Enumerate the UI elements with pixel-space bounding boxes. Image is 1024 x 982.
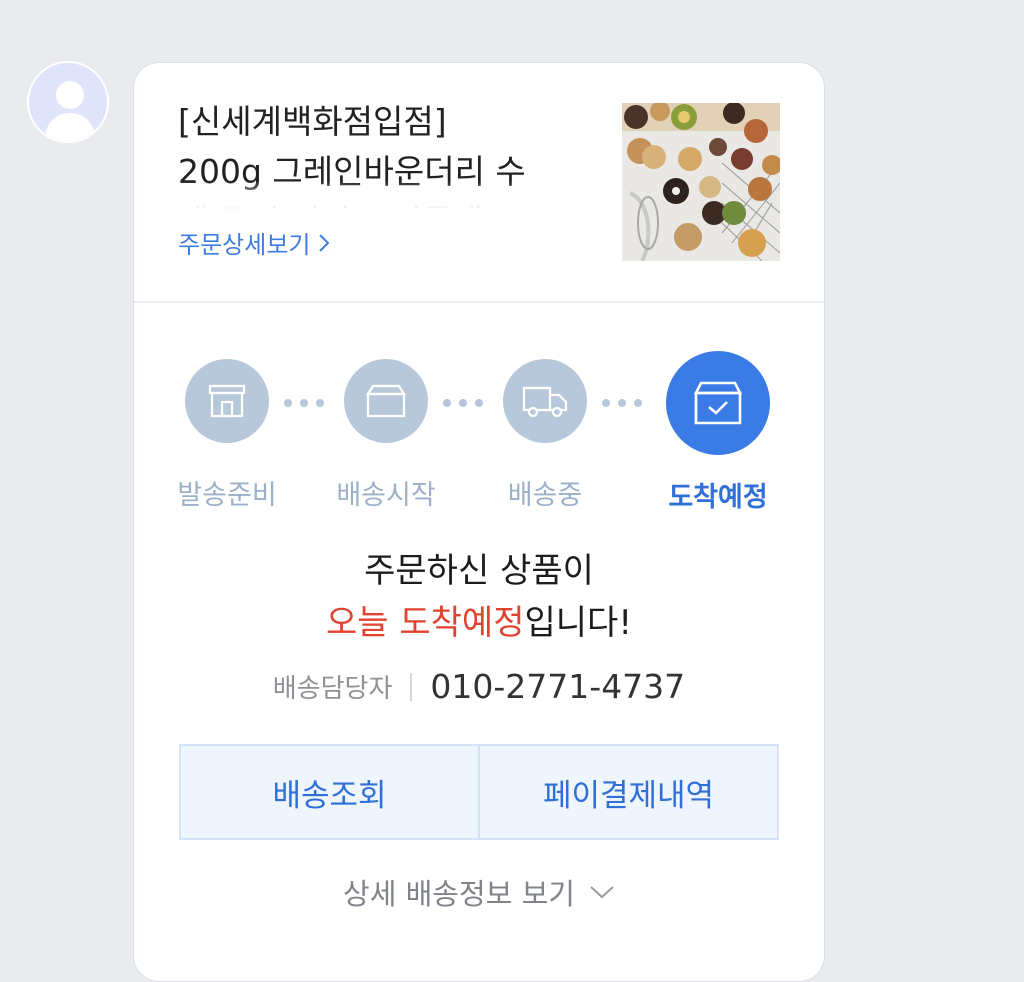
step-label: 발송준비 (177, 480, 277, 511)
avatar[interactable] (27, 61, 109, 143)
step-connector (602, 399, 642, 407)
product-title-line: [신세계백화점입점] (178, 102, 447, 141)
courier-contact: 배송담당자 010-2771-4737 (134, 667, 824, 706)
step-circle (185, 359, 269, 443)
truck-icon (522, 386, 568, 417)
box-icon (366, 384, 406, 418)
step-in-transit: 배송중 (503, 359, 587, 511)
chevron-down-icon (590, 886, 614, 899)
arrival-highlight: 오늘 도착예정 (326, 603, 525, 643)
courier-label: 배송담당자 (272, 674, 393, 704)
step-circle (344, 359, 428, 443)
step-circle (503, 359, 587, 443)
arrival-message-line2: 오늘 도착예정입니다! (134, 595, 824, 644)
step-circle-active (666, 351, 770, 455)
courier-phone[interactable]: 010-2771-4737 (430, 667, 685, 706)
arrival-message-line1: 주문하신 상품이 (364, 551, 594, 591)
product-title: [신세계백화점입점] 200g 그레인바운더리 수 제 쿠키 디저트 선물세트 (178, 97, 578, 209)
chevron-right-icon (319, 233, 330, 252)
user-silhouette-icon (43, 81, 97, 141)
delivery-steps: 발송준비 배송시작 배송중 도착예정 (134, 351, 824, 521)
store-icon (208, 384, 246, 418)
step-label: 배송시작 (336, 480, 436, 511)
divider (410, 672, 413, 701)
delivery-card: [신세계백화점입점] 200g 그레인바운더리 수 제 쿠키 디저트 선물세트 … (133, 62, 825, 982)
order-detail-label: 주문상세보기 (178, 231, 311, 259)
order-detail-link[interactable]: 주문상세보기 (178, 225, 330, 260)
product-section: [신세계백화점입점] 200g 그레인바운더리 수 제 쿠키 디저트 선물세트 … (134, 63, 824, 303)
more-delivery-info-label: 상세 배송정보 보기 (343, 877, 575, 911)
step-arriving: 도착예정 (666, 351, 770, 513)
arrival-message-suffix: 입니다! (524, 603, 632, 643)
action-buttons: 배송조회 페이결제내역 (179, 744, 779, 840)
product-title-line: 200g 그레인바운더리 수 (178, 152, 526, 191)
track-delivery-button[interactable]: 배송조회 (181, 746, 478, 838)
more-delivery-info-toggle[interactable]: 상세 배송정보 보기 (134, 871, 824, 913)
step-connector (284, 399, 324, 407)
box-check-icon (693, 381, 743, 425)
product-image[interactable] (622, 103, 780, 261)
step-label: 배송중 (507, 480, 583, 511)
step-ready: 발송준비 (177, 359, 277, 511)
cookie-product-photo (622, 103, 780, 261)
step-shipped: 배송시작 (336, 359, 436, 511)
step-label-active: 도착예정 (668, 482, 768, 513)
product-title-line: 제 쿠키 디저트 선물세트 (178, 197, 578, 209)
pay-history-button[interactable]: 페이결제내역 (478, 746, 777, 838)
step-connector (443, 399, 483, 407)
